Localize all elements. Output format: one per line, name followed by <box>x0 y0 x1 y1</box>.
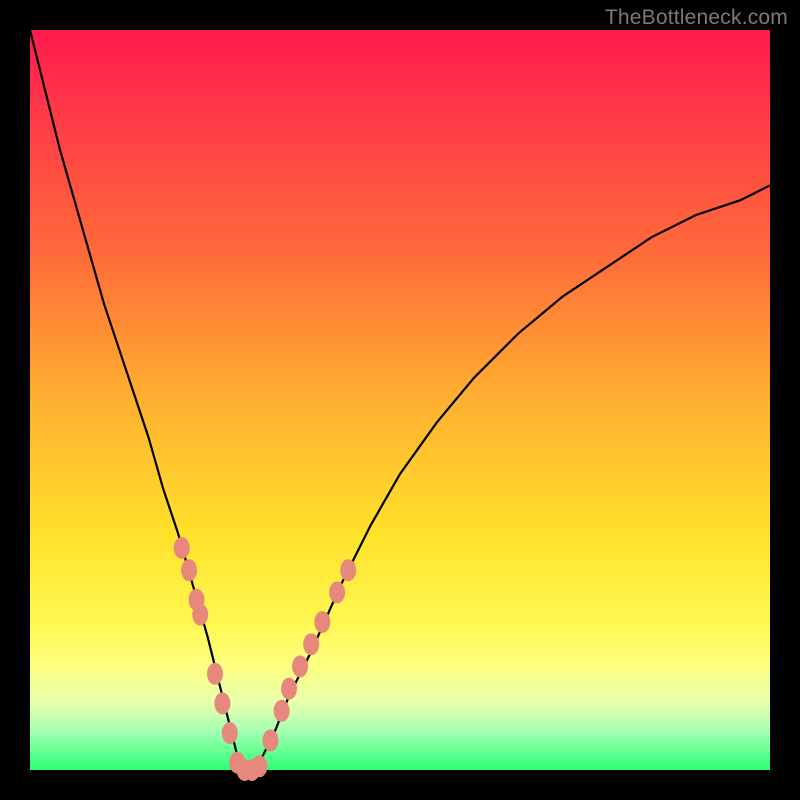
curve-dot <box>303 633 319 655</box>
curve-dots <box>174 537 357 781</box>
curve-dot <box>251 755 267 777</box>
curve-dot <box>340 559 356 581</box>
curve-dot <box>292 655 308 677</box>
bottleneck-curve <box>30 30 770 770</box>
curve-dot <box>314 611 330 633</box>
curve-dot <box>222 722 238 744</box>
curve-dot <box>214 692 230 714</box>
curve-dot <box>274 700 290 722</box>
curve-dot <box>181 559 197 581</box>
curve-dot <box>263 729 279 751</box>
curve-dot <box>281 678 297 700</box>
curve-dot <box>174 537 190 559</box>
watermark-text: TheBottleneck.com <box>605 6 788 30</box>
chart-overlay <box>30 30 770 770</box>
curve-dot <box>192 604 208 626</box>
curve-dot <box>207 663 223 685</box>
curve-dot <box>329 581 345 603</box>
chart-frame: TheBottleneck.com <box>0 0 800 800</box>
